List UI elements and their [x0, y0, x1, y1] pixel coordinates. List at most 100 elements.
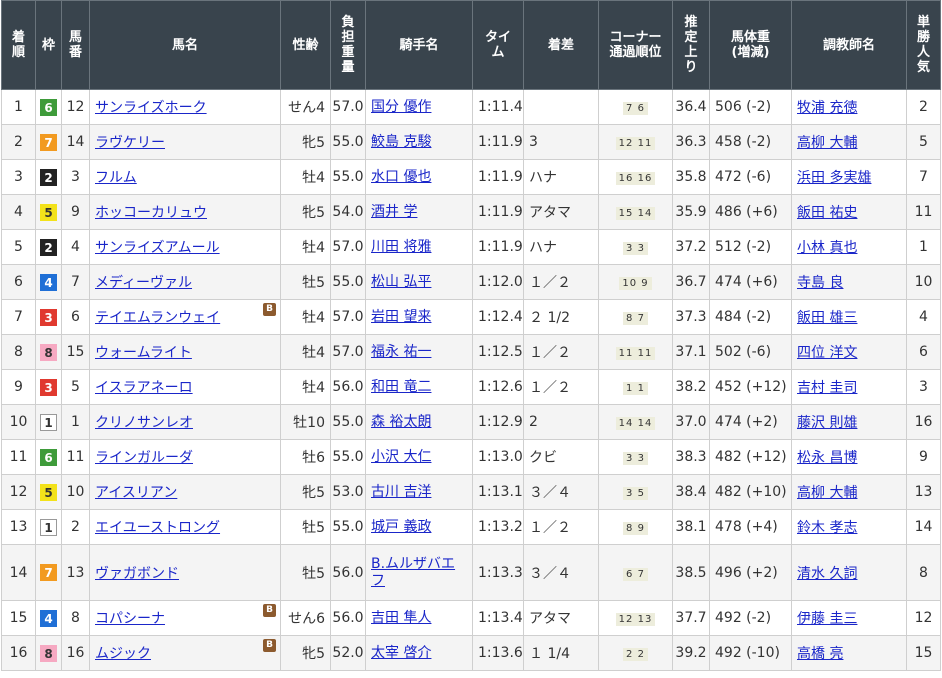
- sexage-cell: 牝5: [280, 474, 331, 510]
- horse-link[interactable]: ムジック: [95, 646, 151, 662]
- rank-cell: 9: [1, 369, 36, 405]
- sexage-cell: せん4: [280, 89, 331, 125]
- bodyweight-cell: 474 (+2): [709, 404, 792, 440]
- horse-link[interactable]: サンライズアムール: [95, 240, 220, 256]
- weight-cell: 53.0: [330, 474, 366, 510]
- time-cell: 1:12.6: [472, 369, 524, 405]
- margin-cell: 2: [523, 404, 599, 440]
- horse-link[interactable]: コパシーナ: [95, 611, 165, 627]
- corner-positions: 3 5: [623, 487, 648, 500]
- trainer-link[interactable]: 四位 洋文: [797, 345, 857, 361]
- bodyweight-cell: 486 (+6): [709, 194, 792, 230]
- trainer-link[interactable]: 小林 真也: [797, 240, 857, 256]
- jockey-cell: 和田 竜二: [365, 369, 473, 405]
- jockey-link[interactable]: 吉田 隼人: [371, 610, 431, 626]
- weight-cell: 55.0: [330, 159, 366, 195]
- trainer-link[interactable]: 藤沢 則雄: [797, 415, 857, 431]
- weight-cell: 55.0: [330, 124, 366, 160]
- trainer-link[interactable]: 高柳 大輔: [797, 485, 857, 501]
- jockey-link[interactable]: 岩田 望来: [371, 309, 431, 325]
- margin-cell: アタマ: [523, 194, 599, 230]
- waku-badge: 2: [40, 238, 57, 256]
- horse-link[interactable]: エイユーストロング: [95, 520, 220, 536]
- waku-badge: 3: [40, 308, 57, 326]
- popularity-cell: 11: [906, 194, 941, 230]
- umaban-cell: 4: [61, 229, 90, 265]
- margin-cell: ハナ: [523, 229, 599, 265]
- horse-link[interactable]: ラヴケリー: [95, 135, 165, 151]
- trainer-cell: 牧浦 充徳: [791, 89, 907, 125]
- jockey-cell: 太宰 啓介: [365, 635, 473, 671]
- jockey-link[interactable]: B.ムルザバエフ: [371, 556, 455, 589]
- time-cell: 1:12.0: [472, 264, 524, 300]
- bodyweight-cell: 502 (-6): [709, 334, 792, 370]
- bodyweight-cell: 452 (+12): [709, 369, 792, 405]
- horse-link[interactable]: ホッコーカリュウ: [95, 205, 207, 221]
- jockey-link[interactable]: 古川 吉洋: [371, 484, 431, 500]
- horse-link[interactable]: テイエムランウェイ: [95, 310, 220, 326]
- trainer-link[interactable]: 松永 昌博: [797, 450, 857, 466]
- trainer-link[interactable]: 飯田 祐史: [797, 205, 857, 221]
- header-time: タイム: [472, 0, 524, 90]
- trainer-link[interactable]: 清水 久詞: [797, 566, 857, 582]
- header-bodyweight: 馬体重 (増減): [709, 0, 792, 90]
- corner-cell: 6 7: [598, 544, 673, 601]
- trainer-link[interactable]: 高橋 亮: [797, 646, 843, 662]
- horse-link[interactable]: フルム: [95, 170, 137, 186]
- waku-cell: 2: [35, 159, 62, 195]
- corner-positions: 11 11: [615, 347, 656, 360]
- time-cell: 1:11.9: [472, 229, 524, 265]
- table-row: 12 5 10 アイスリアン 牝5 53.0 古川 吉洋 1:13.1 ３／４ …: [1, 474, 941, 510]
- jockey-link[interactable]: 森 裕太朗: [371, 414, 431, 430]
- horse-link[interactable]: ヴァガボンド: [95, 566, 179, 582]
- jockey-link[interactable]: 和田 竜二: [371, 379, 431, 395]
- last3f-cell: 36.4: [672, 89, 710, 125]
- jockey-link[interactable]: 国分 優作: [371, 99, 431, 115]
- header-waku: 枠: [35, 0, 62, 90]
- trainer-link[interactable]: 牧浦 充徳: [797, 100, 857, 116]
- jockey-cell: 福永 祐一: [365, 334, 473, 370]
- sexage-cell: 牡4: [280, 299, 331, 335]
- horse-link[interactable]: ウォームライト: [95, 345, 192, 361]
- trainer-link[interactable]: 飯田 雄三: [797, 310, 857, 326]
- popularity-cell: 6: [906, 334, 941, 370]
- jockey-link[interactable]: 川田 将雅: [371, 239, 431, 255]
- waku-badge: 4: [40, 609, 57, 627]
- horse-link[interactable]: メディーヴァル: [95, 275, 192, 291]
- waku-cell: 8: [35, 334, 62, 370]
- jockey-link[interactable]: 松山 弘平: [371, 274, 431, 290]
- corner-cell: 7 6: [598, 89, 673, 125]
- bodyweight-cell: 478 (+4): [709, 509, 792, 545]
- jockey-link[interactable]: 水口 優也: [371, 169, 431, 185]
- horse-link[interactable]: アイスリアン: [95, 485, 177, 501]
- jockey-link[interactable]: 福永 祐一: [371, 344, 431, 360]
- jockey-link[interactable]: 酒井 学: [371, 204, 417, 220]
- corner-positions: 12 13: [615, 613, 656, 626]
- horse-link[interactable]: サンライズホーク: [95, 100, 207, 116]
- waku-badge: 3: [40, 378, 57, 396]
- jockey-cell: 松山 弘平: [365, 264, 473, 300]
- waku-cell: 4: [35, 264, 62, 300]
- rank-cell: 8: [1, 334, 36, 370]
- trainer-link[interactable]: 高柳 大輔: [797, 135, 857, 151]
- waku-cell: 6: [35, 439, 62, 475]
- rank-cell: 7: [1, 299, 36, 335]
- horse-link[interactable]: イスラアネーロ: [95, 380, 193, 396]
- horse-link[interactable]: ラインガルーダ: [95, 450, 193, 466]
- bodyweight-cell: 482 (+12): [709, 439, 792, 475]
- weight-cell: 55.0: [330, 509, 366, 545]
- jockey-link[interactable]: 太宰 啓介: [371, 645, 431, 661]
- jockey-link[interactable]: 鮫島 克駿: [371, 134, 431, 150]
- jockey-link[interactable]: 城戸 義政: [371, 519, 431, 535]
- trainer-link[interactable]: 吉村 圭司: [797, 380, 857, 396]
- trainer-link[interactable]: 伊藤 圭三: [797, 611, 857, 627]
- margin-cell: ３／４: [523, 544, 599, 601]
- jockey-link[interactable]: 小沢 大仁: [371, 449, 431, 465]
- last3f-cell: 38.1: [672, 509, 710, 545]
- sexage-cell: 牡5: [280, 544, 331, 601]
- trainer-link[interactable]: 鈴木 孝志: [797, 520, 857, 536]
- trainer-link[interactable]: 寺島 良: [797, 275, 843, 291]
- corner-cell: 8 9: [598, 509, 673, 545]
- trainer-link[interactable]: 浜田 多実雄: [797, 170, 871, 186]
- horse-link[interactable]: クリノサンレオ: [95, 415, 193, 431]
